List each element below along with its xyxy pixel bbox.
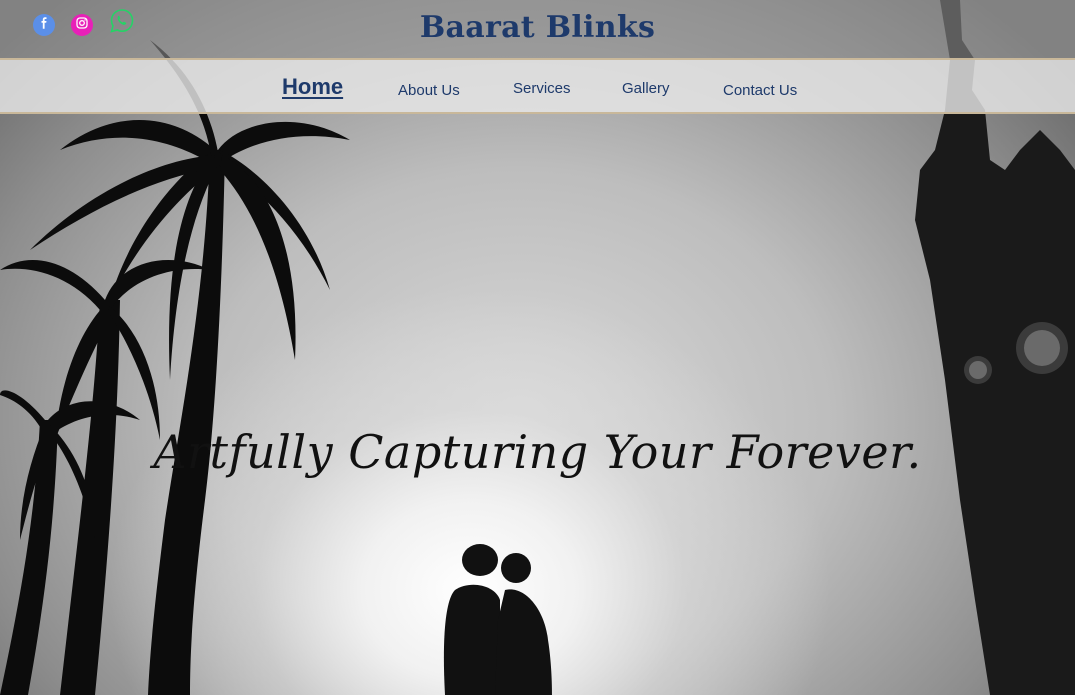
nav-services[interactable]: Services bbox=[513, 80, 571, 97]
main-nav: Home About Us Services Gallery Contact U… bbox=[0, 58, 1075, 114]
nav-contact-us[interactable]: Contact Us bbox=[723, 82, 797, 99]
nav-gallery[interactable]: Gallery bbox=[622, 80, 670, 97]
nav-about-us[interactable]: About Us bbox=[398, 82, 460, 99]
nav-home[interactable]: Home bbox=[282, 74, 343, 100]
top-bar: Baarat Blinks bbox=[0, 0, 1075, 58]
brand-title[interactable]: Baarat Blinks bbox=[0, 10, 1075, 45]
hero-tagline: Artfully Capturing Your Forever. bbox=[153, 425, 922, 479]
